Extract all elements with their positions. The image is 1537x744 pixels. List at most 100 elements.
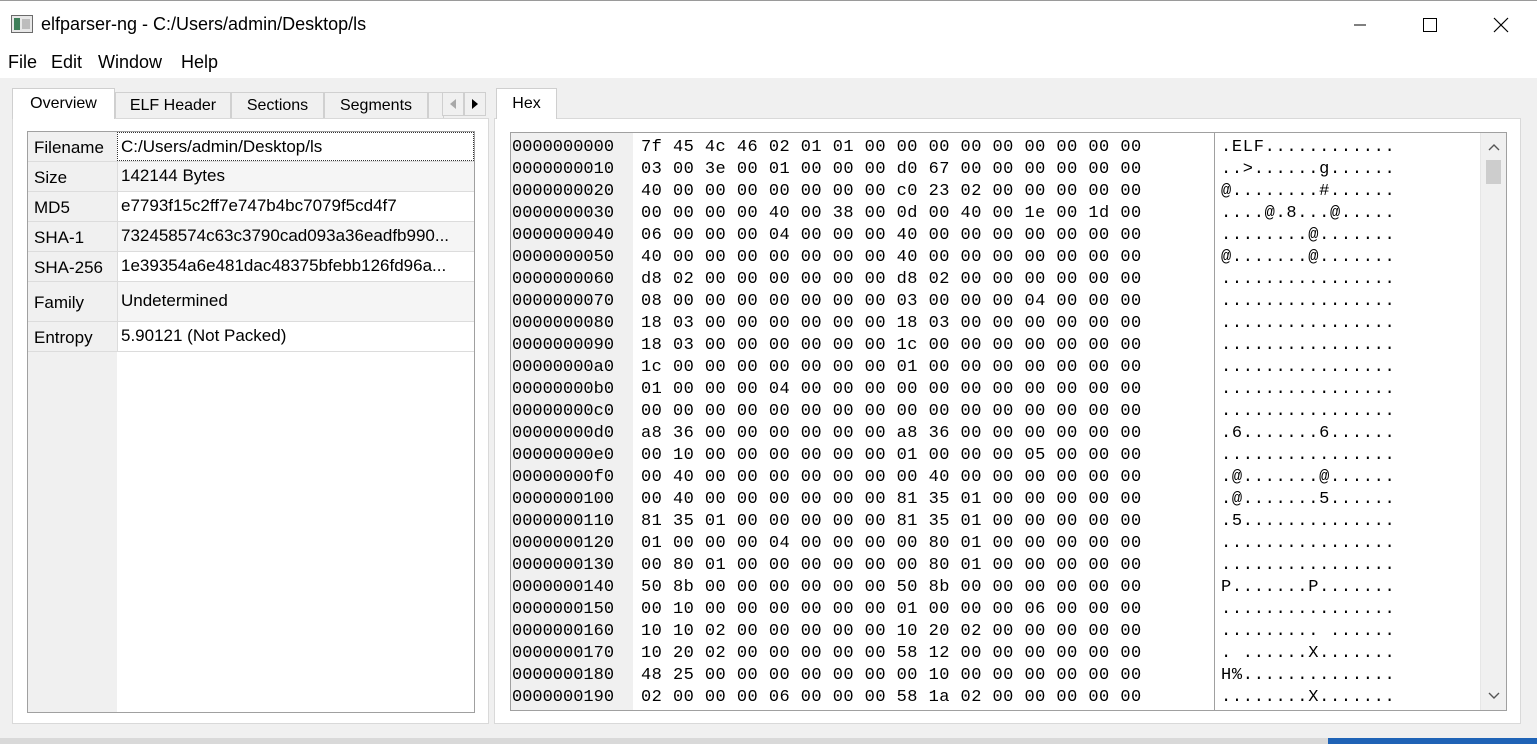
hex-ascii[interactable]: ................	[1221, 445, 1395, 467]
hex-row[interactable]: 00000000e0 00 10 00 00 00 00 00 00 01 00 …	[511, 445, 1471, 467]
property-value[interactable]: Undetermined	[117, 282, 474, 321]
table-row[interactable]: SHA-1 732458574c63c3790cad093a36eadfb990…	[28, 222, 474, 252]
tab-scroll-left-button[interactable]	[442, 92, 464, 116]
menu-edit[interactable]: Edit	[51, 52, 82, 73]
table-row[interactable]: Filename C:/Users/admin/Desktop/ls	[28, 132, 474, 162]
hex-ascii[interactable]: . ......X.......	[1221, 643, 1395, 665]
hex-row[interactable]: 00000000d0 a8 36 00 00 00 00 00 00 a8 36 …	[511, 423, 1471, 445]
hex-bytes[interactable]: 7f 45 4c 46 02 01 01 00 00 00 00 00 00 0…	[641, 137, 1142, 159]
hex-row[interactable]: 0000000120 01 00 00 00 04 00 00 00 00 80 …	[511, 533, 1471, 555]
hex-bytes[interactable]: 10 20 02 00 00 00 00 00 58 12 00 00 00 0…	[641, 643, 1142, 665]
tab-scroll-right-button[interactable]	[464, 92, 486, 116]
scroll-thumb[interactable]	[1486, 160, 1501, 184]
hex-row[interactable]: 0000000190 02 00 00 00 06 00 00 00 58 1a …	[511, 687, 1471, 709]
hex-bytes[interactable]: 18 03 00 00 00 00 00 00 18 03 00 00 00 0…	[641, 313, 1142, 335]
hex-bytes[interactable]: 81 35 01 00 00 00 00 00 81 35 01 00 00 0…	[641, 511, 1142, 533]
hex-ascii[interactable]: ..>......g......	[1221, 159, 1395, 181]
tab-sections[interactable]: Sections	[231, 92, 324, 118]
tab-hex[interactable]: Hex	[496, 88, 557, 119]
hex-ascii[interactable]: ................	[1221, 599, 1395, 621]
hex-ascii[interactable]: P.......P.......	[1221, 577, 1395, 599]
hex-row[interactable]: 0000000060 d8 02 00 00 00 00 00 00 d8 02 …	[511, 269, 1471, 291]
table-row[interactable]: Size 142144 Bytes	[28, 162, 474, 192]
hex-row[interactable]: 0000000000 7f 45 4c 46 02 01 01 00 00 00 …	[511, 137, 1471, 159]
hex-bytes[interactable]: 1c 00 00 00 00 00 00 00 01 00 00 00 00 0…	[641, 357, 1142, 379]
hex-ascii[interactable]: .6.......6......	[1221, 423, 1395, 445]
hex-ascii[interactable]: ................	[1221, 379, 1395, 401]
menu-file[interactable]: File	[8, 52, 37, 73]
hex-bytes[interactable]: 00 80 01 00 00 00 00 00 00 80 01 00 00 0…	[641, 555, 1142, 577]
hex-ascii[interactable]: .ELF............	[1221, 137, 1395, 159]
hex-row[interactable]: 0000000010 03 00 3e 00 01 00 00 00 d0 67 …	[511, 159, 1471, 181]
hex-row[interactable]: 0000000180 48 25 00 00 00 00 00 00 00 10 …	[511, 665, 1471, 687]
hex-ascii[interactable]: ......... ......	[1221, 621, 1395, 643]
hex-ascii[interactable]: ................	[1221, 269, 1395, 291]
hex-row[interactable]: 0000000130 00 80 01 00 00 00 00 00 00 80 …	[511, 555, 1471, 577]
hex-bytes[interactable]: 00 40 00 00 00 00 00 00 00 40 00 00 00 0…	[641, 467, 1142, 489]
hex-row[interactable]: 00000000b0 01 00 00 00 04 00 00 00 00 00 …	[511, 379, 1471, 401]
hex-bytes[interactable]: 00 40 00 00 00 00 00 00 81 35 01 00 00 0…	[641, 489, 1142, 511]
hex-bytes[interactable]: 02 00 00 00 06 00 00 00 58 1a 02 00 00 0…	[641, 687, 1142, 709]
hex-bytes[interactable]: 50 8b 00 00 00 00 00 00 50 8b 00 00 00 0…	[641, 577, 1142, 599]
hex-bytes[interactable]: 06 00 00 00 04 00 00 00 40 00 00 00 00 0…	[641, 225, 1142, 247]
table-row[interactable]: Entropy 5.90121 (Not Packed)	[28, 322, 474, 352]
property-value[interactable]: e7793f15c2ff7e747b4bc7079f5cd4f7	[117, 192, 474, 221]
hex-ascii[interactable]: H%..............	[1221, 665, 1395, 687]
hex-ascii[interactable]: ................	[1221, 335, 1395, 357]
hex-row[interactable]: 00000000f0 00 40 00 00 00 00 00 00 00 40 …	[511, 467, 1471, 489]
hex-row[interactable]: 0000000020 40 00 00 00 00 00 00 00 c0 23 …	[511, 181, 1471, 203]
hex-bytes[interactable]: 01 00 00 00 04 00 00 00 00 80 01 00 00 0…	[641, 533, 1142, 555]
hex-bytes[interactable]: 40 00 00 00 00 00 00 00 c0 23 02 00 00 0…	[641, 181, 1142, 203]
vertical-scrollbar[interactable]	[1480, 133, 1506, 710]
hex-row[interactable]: 0000000080 18 03 00 00 00 00 00 00 18 03 …	[511, 313, 1471, 335]
hex-ascii[interactable]: .@.......@......	[1221, 467, 1395, 489]
property-value[interactable]: 142144 Bytes	[117, 162, 474, 191]
menu-help[interactable]: Help	[181, 52, 218, 73]
hex-bytes[interactable]: 18 03 00 00 00 00 00 00 1c 00 00 00 00 0…	[641, 335, 1142, 357]
hex-ascii[interactable]: ................	[1221, 533, 1395, 555]
hex-bytes[interactable]: 01 00 00 00 04 00 00 00 00 00 00 00 00 0…	[641, 379, 1142, 401]
menu-window[interactable]: Window	[98, 52, 162, 73]
table-row[interactable]: SHA-256 1e39354a6e481dac48375bfebb126fd9…	[28, 252, 474, 282]
hex-row[interactable]: 0000000070 08 00 00 00 00 00 00 00 03 00 …	[511, 291, 1471, 313]
scroll-down-button[interactable]	[1481, 685, 1506, 707]
tab-overview[interactable]: Overview	[12, 88, 115, 119]
hex-row[interactable]: 0000000040 06 00 00 00 04 00 00 00 40 00 …	[511, 225, 1471, 247]
property-value[interactable]: 5.90121 (Not Packed)	[117, 322, 474, 351]
hex-ascii[interactable]: @........#......	[1221, 181, 1395, 203]
hex-ascii[interactable]: @.......@.......	[1221, 247, 1395, 269]
hex-bytes[interactable]: d8 02 00 00 00 00 00 00 d8 02 00 00 00 0…	[641, 269, 1142, 291]
hex-bytes[interactable]: 00 10 00 00 00 00 00 00 01 00 00 00 05 0…	[641, 445, 1142, 467]
tab-elf-header[interactable]: ELF Header	[115, 92, 231, 118]
minimize-button[interactable]	[1325, 1, 1395, 49]
hex-bytes[interactable]: 40 00 00 00 00 00 00 00 40 00 00 00 00 0…	[641, 247, 1142, 269]
hex-view[interactable]: 0000000000 7f 45 4c 46 02 01 01 00 00 00 …	[510, 132, 1507, 711]
hex-bytes[interactable]: 00 00 00 00 40 00 38 00 0d 00 40 00 1e 0…	[641, 203, 1142, 225]
table-row[interactable]: Family Undetermined	[28, 282, 474, 322]
hex-ascii[interactable]: ................	[1221, 401, 1395, 423]
hex-bytes[interactable]: 03 00 3e 00 01 00 00 00 d0 67 00 00 00 0…	[641, 159, 1142, 181]
property-value[interactable]: 732458574c63c3790cad093a36eadfb990...	[117, 222, 474, 251]
hex-row[interactable]: 00000000c0 00 00 00 00 00 00 00 00 00 00 …	[511, 401, 1471, 423]
hex-row[interactable]: 0000000140 50 8b 00 00 00 00 00 00 50 8b …	[511, 577, 1471, 599]
hex-ascii[interactable]: ....@.8...@.....	[1221, 203, 1395, 225]
hex-ascii[interactable]: ........@.......	[1221, 225, 1395, 247]
hex-row[interactable]: 0000000100 00 40 00 00 00 00 00 00 81 35 …	[511, 489, 1471, 511]
hex-ascii[interactable]: ........X.......	[1221, 687, 1395, 709]
hex-bytes[interactable]: a8 36 00 00 00 00 00 00 a8 36 00 00 00 0…	[641, 423, 1142, 445]
hex-row[interactable]: 00000000a0 1c 00 00 00 00 00 00 00 01 00 …	[511, 357, 1471, 379]
hex-bytes[interactable]: 00 10 00 00 00 00 00 00 01 00 00 00 06 0…	[641, 599, 1142, 621]
hex-ascii[interactable]: .5..............	[1221, 511, 1395, 533]
tab-segments[interactable]: Segments	[324, 92, 428, 118]
hex-bytes[interactable]: 10 10 02 00 00 00 00 00 10 20 02 00 00 0…	[641, 621, 1142, 643]
hex-ascii[interactable]: .@.......5......	[1221, 489, 1395, 511]
hex-row[interactable]: 0000000170 10 20 02 00 00 00 00 00 58 12 …	[511, 643, 1471, 665]
hex-bytes[interactable]: 48 25 00 00 00 00 00 00 00 10 00 00 00 0…	[641, 665, 1142, 687]
property-value[interactable]: 1e39354a6e481dac48375bfebb126fd96a...	[117, 252, 474, 281]
hex-row[interactable]: 0000000090 18 03 00 00 00 00 00 00 1c 00 …	[511, 335, 1471, 357]
hex-row[interactable]: 0000000050 40 00 00 00 00 00 00 00 40 00 …	[511, 247, 1471, 269]
hex-ascii[interactable]: ................	[1221, 357, 1395, 379]
hex-row[interactable]: 0000000030 00 00 00 00 40 00 38 00 0d 00 …	[511, 203, 1471, 225]
scroll-up-button[interactable]	[1481, 136, 1506, 158]
hex-ascii[interactable]: ................	[1221, 555, 1395, 577]
